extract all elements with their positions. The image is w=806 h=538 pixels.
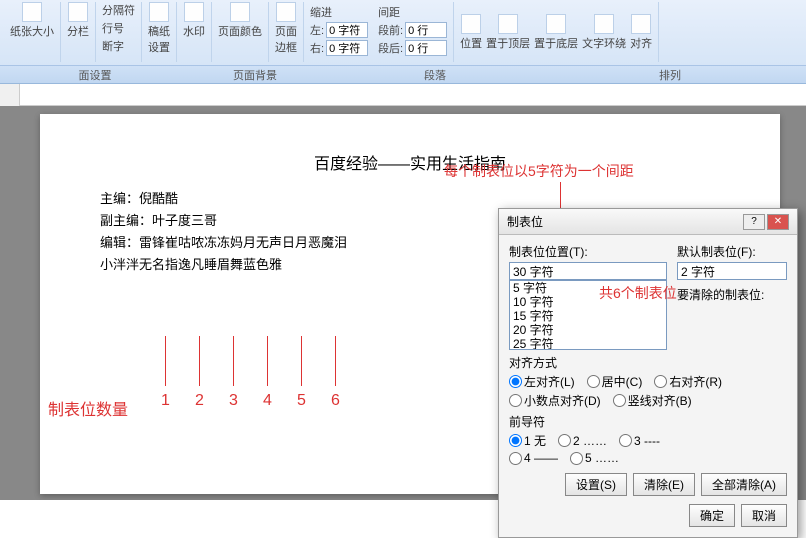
annotation-arrow [199, 336, 200, 386]
annotation-arrow [267, 336, 268, 386]
spacing-after-label: 段后: [378, 40, 403, 56]
annotation-number: 4 [263, 392, 272, 410]
spacing-before-input[interactable] [405, 22, 447, 38]
section-arrange: 排列 [550, 66, 790, 83]
tab-list-item[interactable]: 15 字符 [510, 309, 666, 323]
annotation-arrow [301, 336, 302, 386]
ribbon-section-labels: 面设置 页面背景 段落 排列 [0, 66, 806, 84]
doc-line1: 主编：倪酷酷 [100, 188, 720, 210]
bring-front-button[interactable]: 置于顶层 [486, 14, 530, 51]
align-section-label: 对齐方式 [509, 354, 787, 371]
tab-list-item[interactable]: 10 字符 [510, 295, 666, 309]
annotation-number: 5 [297, 392, 306, 410]
hyphen-button[interactable]: 断字 [102, 38, 135, 54]
ruler-corner [0, 84, 20, 106]
align-bar-radio[interactable]: 竖线对齐(B) [613, 392, 692, 409]
tab-list-item[interactable]: 25 字符 [510, 337, 666, 350]
text-wrap-button[interactable]: 文字环绕 [582, 14, 626, 51]
dialog-title: 制表位 [507, 213, 543, 230]
leader-5-radio[interactable]: 5 …… [570, 451, 619, 465]
annotation-number: 3 [229, 392, 238, 410]
send-back-button[interactable]: 置于底层 [534, 14, 578, 51]
set-button[interactable]: 设置(S) [565, 473, 627, 496]
page-size-button[interactable]: 纸张大小 [10, 2, 54, 39]
section-page-bg: 页面背景 [190, 66, 320, 83]
default-tab-input[interactable] [677, 262, 787, 280]
clear-tab-label: 要清除的制表位: [677, 286, 787, 303]
manuscript-button[interactable]: 稿纸 设置 [148, 2, 170, 55]
tab-pos-input[interactable] [509, 262, 667, 280]
annotation-arrow [233, 336, 234, 386]
indent-right-label: 右: [310, 40, 324, 56]
breaks-button[interactable]: 分隔符 [102, 2, 135, 18]
tab-list-item[interactable]: 20 字符 [510, 323, 666, 337]
ribbon: 纸张大小 分栏 分隔符 行号 断字 稿纸 设置 水印 页面颜色 页面 边框 缩进… [0, 0, 806, 66]
tab-pos-label: 制表位位置(T): [509, 243, 667, 260]
leader-2-radio[interactable]: 2 …… [558, 432, 607, 449]
section-paragraph: 段落 [320, 66, 550, 83]
annotation-arrow [165, 336, 166, 386]
align-center-radio[interactable]: 居中(C) [587, 373, 643, 390]
indent-label: 缩进 [310, 4, 368, 20]
section-page-setup: 面设置 [0, 66, 190, 83]
clearall-button[interactable]: 全部清除(A) [701, 473, 787, 496]
annotation-top: 每个制表位以5字符为一个间距 [444, 161, 634, 181]
align-button[interactable]: 对齐 [630, 14, 652, 51]
close-button[interactable]: ✕ [767, 214, 789, 230]
annotation-number: 1 [161, 392, 170, 410]
leader-3-radio[interactable]: 3 ---- [619, 432, 660, 449]
pageborder-button[interactable]: 页面 边框 [275, 2, 297, 55]
help-button[interactable]: ? [743, 214, 765, 230]
indent-left-label: 左: [310, 22, 324, 38]
default-tab-label: 默认制表位(F): [677, 243, 787, 260]
annotation-left: 制表位数量 [48, 396, 128, 420]
leader-none-radio[interactable]: 1 无 [509, 432, 546, 449]
indent-left-input[interactable] [326, 22, 368, 38]
cancel-button[interactable]: 取消 [741, 504, 787, 527]
align-left-radio[interactable]: 左对齐(L) [509, 373, 575, 390]
leader-4-radio[interactable]: 4 —— [509, 451, 558, 465]
annotation-arrow [335, 336, 336, 386]
ruler[interactable] [0, 84, 806, 106]
tab-pos-list[interactable]: 5 字符10 字符15 字符20 字符25 字符30 字符 [509, 280, 667, 350]
annotation-number: 2 [195, 392, 204, 410]
spacing-after-input[interactable] [405, 40, 447, 56]
tab-list-item[interactable]: 5 字符 [510, 281, 666, 295]
leader-section-label: 前导符 [509, 413, 787, 430]
align-decimal-radio[interactable]: 小数点对齐(D) [509, 392, 601, 409]
spacing-label: 间距 [378, 4, 447, 20]
pagecolor-button[interactable]: 页面颜色 [218, 2, 262, 39]
indent-right-input[interactable] [326, 40, 368, 56]
watermark-button[interactable]: 水印 [183, 2, 205, 39]
columns-button[interactable]: 分栏 [67, 2, 89, 39]
linenum-button[interactable]: 行号 [102, 20, 135, 36]
clear-button[interactable]: 清除(E) [633, 473, 695, 496]
dialog-titlebar[interactable]: 制表位 ? ✕ [499, 209, 797, 235]
annotation-number: 6 [331, 392, 340, 410]
ruler-horizontal[interactable] [20, 86, 806, 104]
tab-stop-dialog: 制表位 ? ✕ 制表位位置(T): 5 字符10 字符15 字符20 字符25 … [498, 208, 798, 538]
align-right-radio[interactable]: 右对齐(R) [654, 373, 722, 390]
ok-button[interactable]: 确定 [689, 504, 735, 527]
spacing-before-label: 段前: [378, 22, 403, 38]
position-button[interactable]: 位置 [460, 14, 482, 51]
